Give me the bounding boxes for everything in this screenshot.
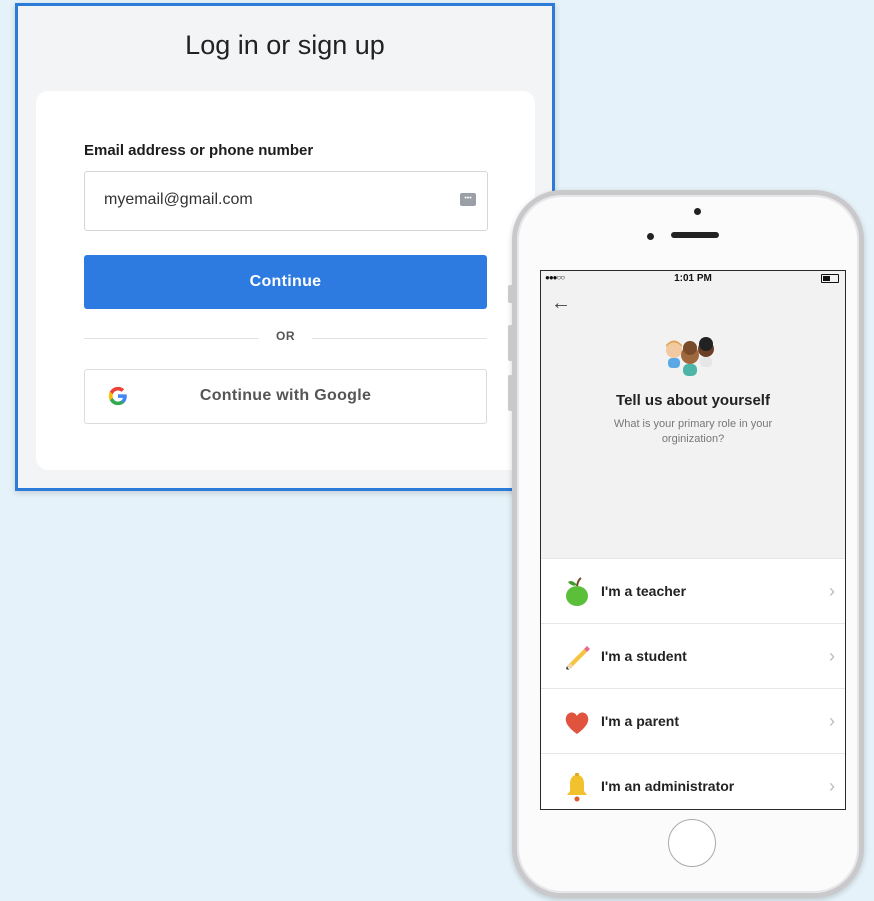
phone-mute-switch [508, 285, 513, 303]
role-item-parent[interactable]: I'm a parent › [541, 688, 845, 753]
pencil-icon [566, 646, 590, 670]
phone-speaker [671, 232, 719, 238]
role-list: I'm a teacher › I'm a student › I'm a pa… [541, 558, 845, 809]
apple-icon [566, 577, 588, 606]
phone-volume-down [508, 375, 513, 411]
phone-sensor [647, 233, 654, 240]
role-label: I'm a student [601, 648, 687, 664]
phone-screen: ●●●○○ 1:01 PM ← Tell us about yourself W… [540, 270, 846, 810]
role-item-teacher[interactable]: I'm a teacher › [541, 558, 845, 623]
role-label: I'm a teacher [601, 583, 687, 599]
screen-header-area: ●●●○○ 1:01 PM ← Tell us about yourself W… [541, 271, 845, 558]
chevron-right-icon: › [829, 581, 835, 601]
phone-camera [694, 208, 701, 215]
email-label: Email address or phone number [84, 142, 314, 159]
back-arrow-icon[interactable]: ← [551, 292, 571, 315]
phone-mockup: ●●●○○ 1:01 PM ← Tell us about yourself W… [508, 190, 864, 898]
people-avatars-icon [666, 337, 714, 376]
role-label: I'm a parent [601, 713, 680, 729]
email-value: myemail@gmail.com [104, 191, 253, 208]
battery-icon [821, 274, 839, 283]
heart-icon [565, 712, 589, 734]
login-card: Email address or phone number myemail@gm… [36, 91, 535, 470]
bell-icon [567, 773, 587, 802]
chevron-right-icon: › [829, 711, 835, 731]
home-button[interactable] [668, 819, 716, 867]
continue-button[interactable]: Continue [84, 255, 487, 309]
status-time: 1:01 PM [674, 273, 712, 284]
role-label: I'm an administrator [601, 778, 735, 794]
google-button-label: Continue with Google [199, 387, 372, 404]
chevron-right-icon: › [829, 776, 835, 796]
password-manager-icon[interactable]: ••• [460, 193, 476, 206]
screen-subtitle: What is your primary role in your orgini… [613, 418, 773, 445]
status-bar: ●●●○○ 1:01 PM [541, 271, 845, 285]
continue-with-google-button[interactable]: Continue with Google [84, 369, 487, 424]
or-text: OR [276, 329, 295, 343]
phone-volume-up [508, 325, 513, 361]
role-item-student[interactable]: I'm a student › [541, 623, 845, 688]
or-divider: OR [84, 326, 487, 348]
page-title: Log in or sign up [185, 30, 385, 60]
login-window: Log in or sign up Email address or phone… [15, 3, 555, 491]
role-item-administrator[interactable]: I'm an administrator › [541, 753, 845, 809]
email-field[interactable]: myemail@gmail.com ••• [84, 171, 488, 231]
screen-title: Tell us about yourself [616, 392, 770, 409]
chevron-right-icon: › [829, 646, 835, 666]
